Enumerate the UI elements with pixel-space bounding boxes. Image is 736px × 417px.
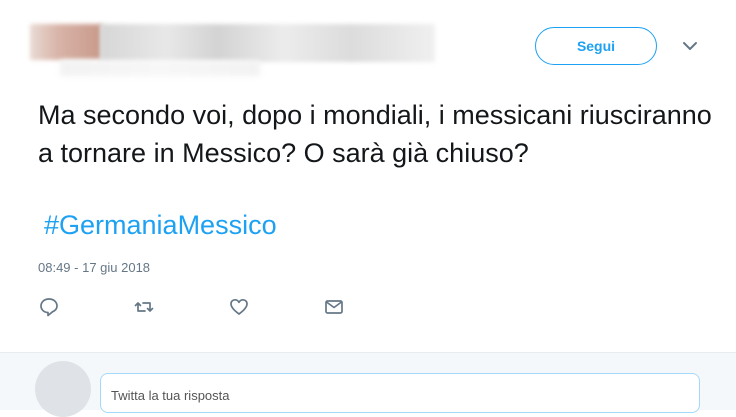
follow-button[interactable]: Segui [535,27,657,65]
blurred-display-name [100,24,435,62]
reply-icon[interactable] [38,296,60,318]
reply-input[interactable]: Twitta la tua risposta [100,373,700,413]
like-icon[interactable] [228,296,250,318]
hashtag-link[interactable]: #GermaniaMessico [44,206,277,244]
tweet-text: Ma secondo voi, dopo i mondiali, i messi… [38,100,712,168]
chevron-down-icon[interactable] [682,40,698,52]
tweet-header: Segui [0,0,736,90]
blurred-username [60,60,260,76]
blurred-avatar [30,24,102,60]
reply-composer: Twitta la tua risposta [0,352,736,417]
tweet-timestamp[interactable]: 08:49 - 17 giu 2018 [38,260,150,275]
tweet-actions [0,292,736,322]
direct-message-icon[interactable] [323,296,345,318]
retweet-icon[interactable] [133,296,155,318]
